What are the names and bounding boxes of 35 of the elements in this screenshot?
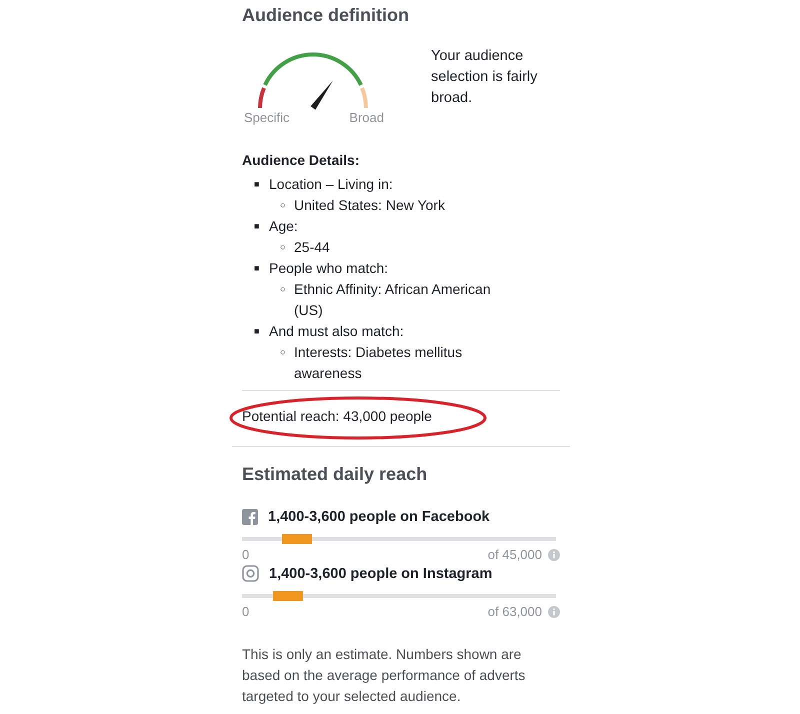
detail-value: Ethnic Affinity: African American (US) <box>294 280 492 320</box>
detail-label: Location – Living in: <box>269 175 393 194</box>
detail-label: People who match: <box>269 259 388 278</box>
bullet-marker: ○ <box>280 241 286 254</box>
detail-label: And must also match: <box>269 322 404 341</box>
bullet-marker: ○ <box>280 283 286 296</box>
info-icon[interactable] <box>548 549 560 561</box>
bullet-marker: ■ <box>254 220 260 233</box>
range-max: of 63,000 <box>488 604 542 620</box>
facebook-icon <box>242 509 258 525</box>
estimate-note: This is only an estimate. Numbers shown are based on the average performance of adverts targeted to your selected audience. <box>242 645 526 706</box>
reach-estimate: 1,400-3,600 people on Facebook <box>268 509 490 525</box>
reach-estimate: 1,400-3,600 people on Instagram <box>269 566 492 582</box>
potential-reach: Potential reach: 43,000 people <box>242 408 432 424</box>
detail-value: United States: New York <box>294 196 446 215</box>
detail-label: Age: <box>269 217 298 236</box>
gauge-label: Specific <box>244 110 290 125</box>
gauge-label: Broad <box>349 110 384 125</box>
bullet-marker: ○ <box>280 199 286 212</box>
section-title: Estimated daily reach <box>242 463 428 485</box>
detail-value: Interests: Diabetes mellitus awareness <box>294 343 464 383</box>
range-max: of 45,000 <box>488 547 542 563</box>
section-title: Audience definition <box>242 4 410 26</box>
audience-summary: Your audience selection is fairly broad. <box>431 47 538 108</box>
bullet-marker: ○ <box>280 346 286 359</box>
camera-icon <box>242 565 259 582</box>
range-min: 0 <box>242 604 250 620</box>
info-icon[interactable] <box>548 606 560 618</box>
range-min: 0 <box>242 547 250 563</box>
gauge-needle <box>310 80 333 110</box>
bullet-marker: ■ <box>254 178 260 191</box>
bullet-marker: ■ <box>254 325 260 338</box>
details-title: Audience Details: <box>242 152 360 168</box>
detail-value: 25-44 <box>294 238 331 257</box>
bullet-marker: ■ <box>254 262 260 275</box>
